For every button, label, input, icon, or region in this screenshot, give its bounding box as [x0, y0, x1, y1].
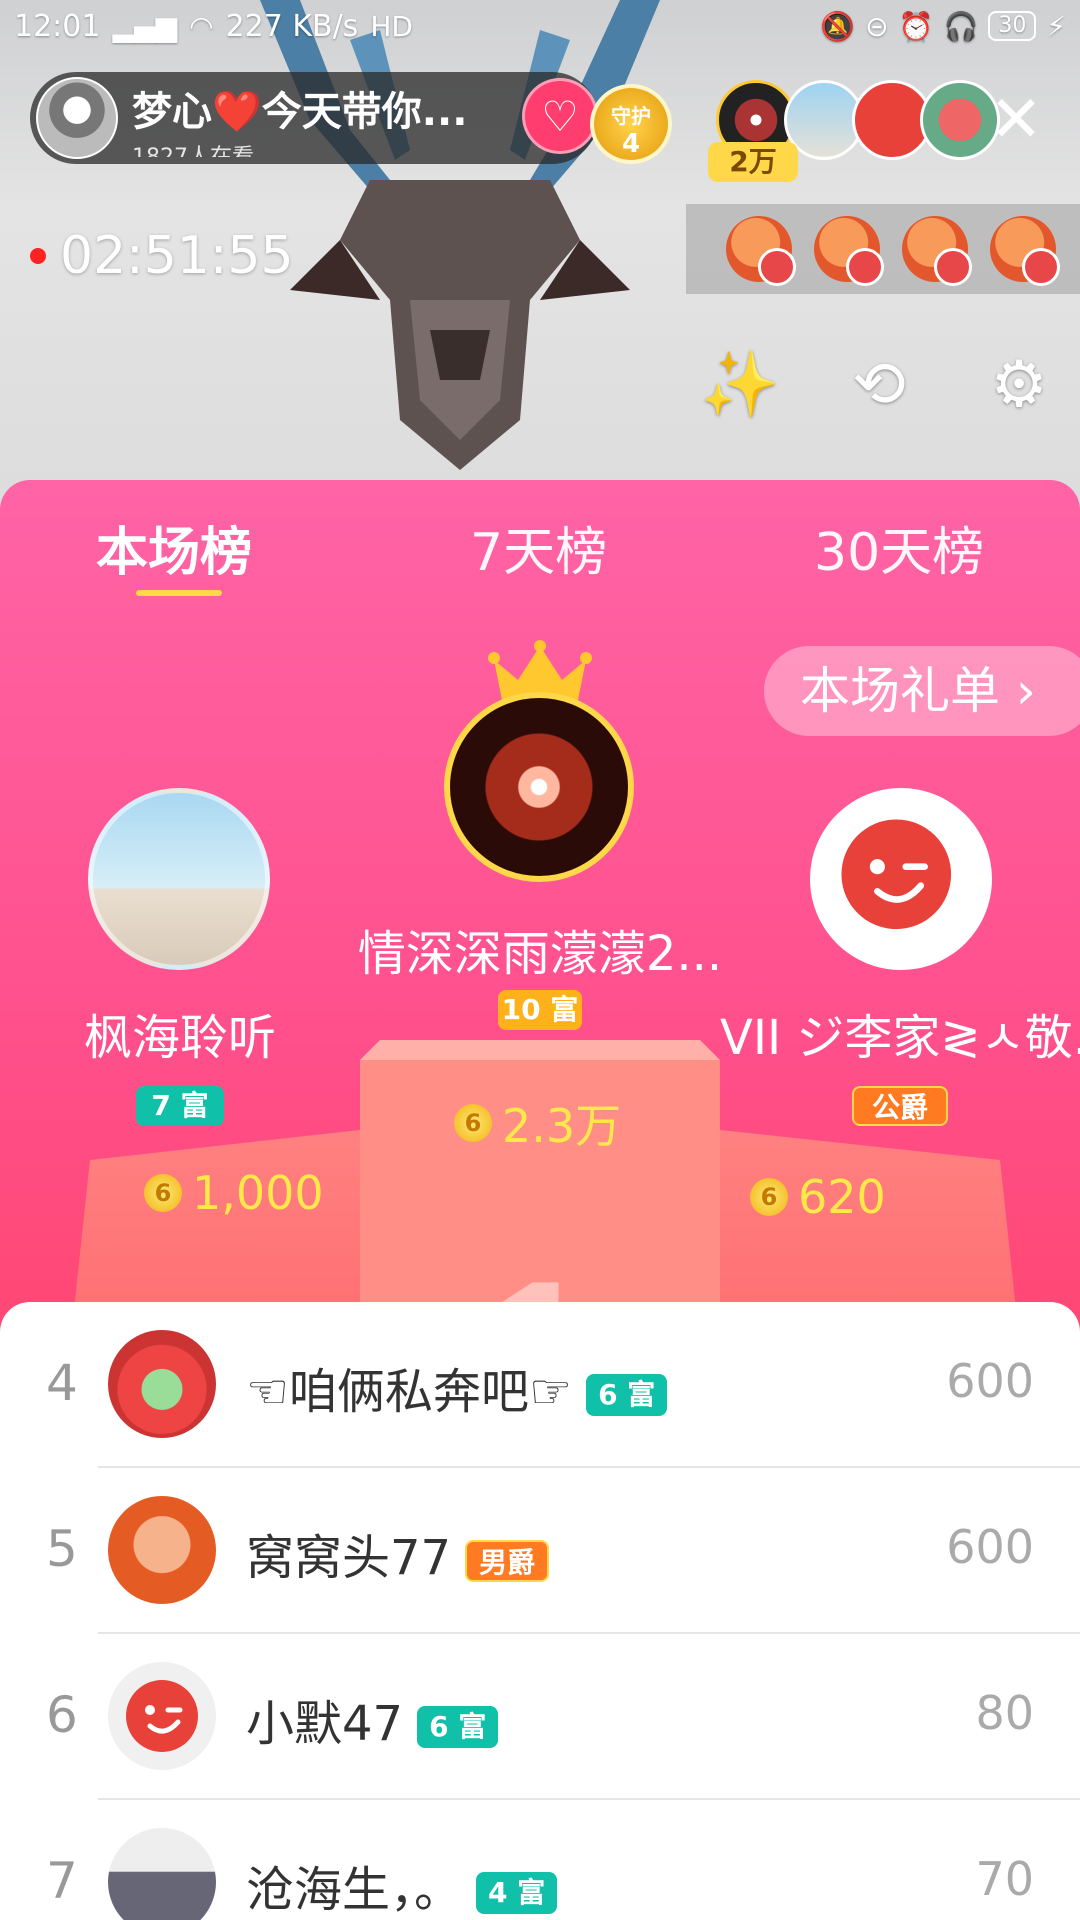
username-text: 小默47	[246, 1696, 404, 1752]
guard-label: 守护	[611, 104, 651, 128]
mute-bell-icon: 🔕	[820, 9, 856, 43]
audience-count-badge[interactable]: 2万	[708, 142, 798, 182]
live-room-screen: 12:01 ▂▄▆ ◠ 227 KB/s HD 🔕 ⊝ ⏰ 🎧 30 ⚡ 梦心❤…	[0, 0, 1080, 1920]
level-badge: 男爵	[465, 1540, 550, 1582]
rank-number: 5	[46, 1520, 78, 1578]
guest-seat[interactable]	[814, 216, 884, 286]
level-badge: 6 富	[417, 1706, 499, 1748]
wink-face-icon	[126, 1680, 198, 1752]
rank-3-avatar[interactable]	[810, 788, 992, 970]
host-avatar[interactable]	[36, 77, 118, 159]
level-badge: 4 富	[476, 1872, 558, 1914]
host-info-pill[interactable]: 梦心❤️今天带你... 1827人在看	[30, 72, 598, 164]
rank-2-level-badge: 7 富	[136, 1086, 224, 1126]
close-icon[interactable]: ✕	[986, 88, 1046, 152]
lock-icon: ⊝	[865, 9, 889, 43]
list-item[interactable]: 5 窝窝头77 男爵 600	[0, 1468, 1080, 1634]
rank-number: 7	[46, 1852, 78, 1910]
hd-icon: HD	[370, 9, 413, 43]
signal-icon: ▂▄▆	[112, 9, 178, 43]
coin-icon: 6	[750, 1178, 788, 1216]
score: 600	[946, 1520, 1034, 1574]
rank-number: 6	[46, 1686, 78, 1744]
settings-gear-icon[interactable]: ⚙	[980, 346, 1058, 424]
rank-1-coin-value: 2.3万	[502, 1099, 622, 1153]
gift-list-button[interactable]: 本场礼单 ›	[764, 646, 1080, 736]
timer-text: 02:51:55	[60, 226, 294, 286]
rank-1-avatar[interactable]	[444, 692, 634, 882]
tab-30-days[interactable]: 30天榜	[814, 510, 984, 585]
tab-current-session[interactable]: 本场榜	[96, 510, 252, 585]
score: 80	[975, 1686, 1034, 1740]
charging-icon: ⚡	[1046, 9, 1066, 43]
username-text: 窝窝头77	[246, 1530, 452, 1586]
rank-1-level-badge: 10 富	[498, 990, 582, 1030]
recording-dot-icon	[30, 248, 46, 264]
battery-icon: 30	[988, 11, 1037, 41]
status-time: 12:01	[14, 8, 101, 44]
username-text: ☜咱俩私奔吧☞	[246, 1364, 573, 1420]
guest-seats	[726, 216, 1060, 286]
rank-1-coins: 6 2.3万	[454, 1090, 621, 1156]
rank-3-coin-value: 620	[798, 1170, 886, 1224]
follow-button[interactable]: ♡	[522, 78, 598, 154]
ranking-list: 4 ☜咱俩私奔吧☞ 6 富 600 5 窝窝头77 男爵 600 6 小默47 …	[0, 1302, 1080, 1920]
rank-2-avatar[interactable]	[88, 788, 270, 970]
rank-3-name: VII ジ李家≷ㅅ敬...	[720, 1010, 1080, 1066]
headphones-icon: 🎧	[943, 9, 979, 43]
guest-seat[interactable]	[902, 216, 972, 286]
avatar[interactable]	[108, 1496, 216, 1604]
list-item[interactable]: 7 沧海生，。 4 富 70	[0, 1800, 1080, 1920]
score: 70	[975, 1852, 1034, 1906]
score: 600	[946, 1354, 1034, 1408]
guest-seat[interactable]	[990, 216, 1060, 286]
username: 小默47 6 富	[246, 1684, 499, 1754]
avatar[interactable]	[108, 1330, 216, 1438]
magic-wand-icon[interactable]: ✨	[700, 346, 780, 424]
status-bar: 12:01 ▂▄▆ ◠ 227 KB/s HD 🔕 ⊝ ⏰ 🎧 30 ⚡	[0, 0, 1080, 52]
wifi-icon: ◠	[189, 9, 214, 43]
alarm-icon: ⏰	[898, 9, 934, 43]
username: 窝窝头77 男爵	[246, 1518, 550, 1588]
coin-icon: 6	[144, 1174, 182, 1212]
username: 沧海生，。 4 富	[246, 1850, 558, 1920]
rank-2-name: 枫海聆听	[83, 1010, 276, 1066]
rank-number: 4	[46, 1354, 78, 1412]
tool-row: ✨ ⟲ ⚙	[700, 346, 1058, 424]
level-badge: 6 富	[586, 1374, 668, 1416]
host-name: 梦心❤️今天带你...	[132, 89, 468, 135]
rank-2-coin-value: 1,000	[192, 1166, 324, 1220]
active-tab-indicator	[136, 590, 222, 596]
flip-camera-icon[interactable]: ⟲	[840, 346, 918, 424]
avatar[interactable]	[108, 1662, 216, 1770]
username-text: 沧海生，。	[246, 1862, 463, 1918]
username: ☜咱俩私奔吧☞ 6 富	[246, 1352, 668, 1422]
guest-seat[interactable]	[726, 216, 796, 286]
rank-1-name: 情深深雨濛濛2...	[357, 926, 723, 982]
avatar[interactable]	[108, 1828, 216, 1920]
viewer-count-text: 1827人在看	[132, 139, 492, 157]
ranking-tabs: 本场榜 7天榜 30天榜	[0, 510, 1080, 590]
heart-plus-icon: ♡	[541, 91, 579, 141]
camera-preview: 12:01 ▂▄▆ ◠ 227 KB/s HD 🔕 ⊝ ⏰ 🎧 30 ⚡ 梦心❤…	[0, 0, 1080, 520]
wink-face-icon	[841, 819, 952, 930]
rank-2-coins: 6 1,000	[144, 1166, 324, 1220]
tab-7-days[interactable]: 7天榜	[470, 510, 607, 585]
network-speed: 227 KB/s	[225, 8, 359, 44]
coin-icon: 6	[454, 1104, 492, 1142]
list-item[interactable]: 6 小默47 6 富 80	[0, 1634, 1080, 1800]
live-timer: 02:51:55	[30, 226, 294, 286]
rank-3-coins: 6 620	[750, 1170, 886, 1224]
guard-count: 4	[621, 129, 641, 159]
rank-3-level-badge: 公爵	[852, 1086, 948, 1126]
guard-badge[interactable]: 守护 4	[590, 84, 672, 164]
list-item[interactable]: 4 ☜咱俩私奔吧☞ 6 富 600	[0, 1302, 1080, 1468]
